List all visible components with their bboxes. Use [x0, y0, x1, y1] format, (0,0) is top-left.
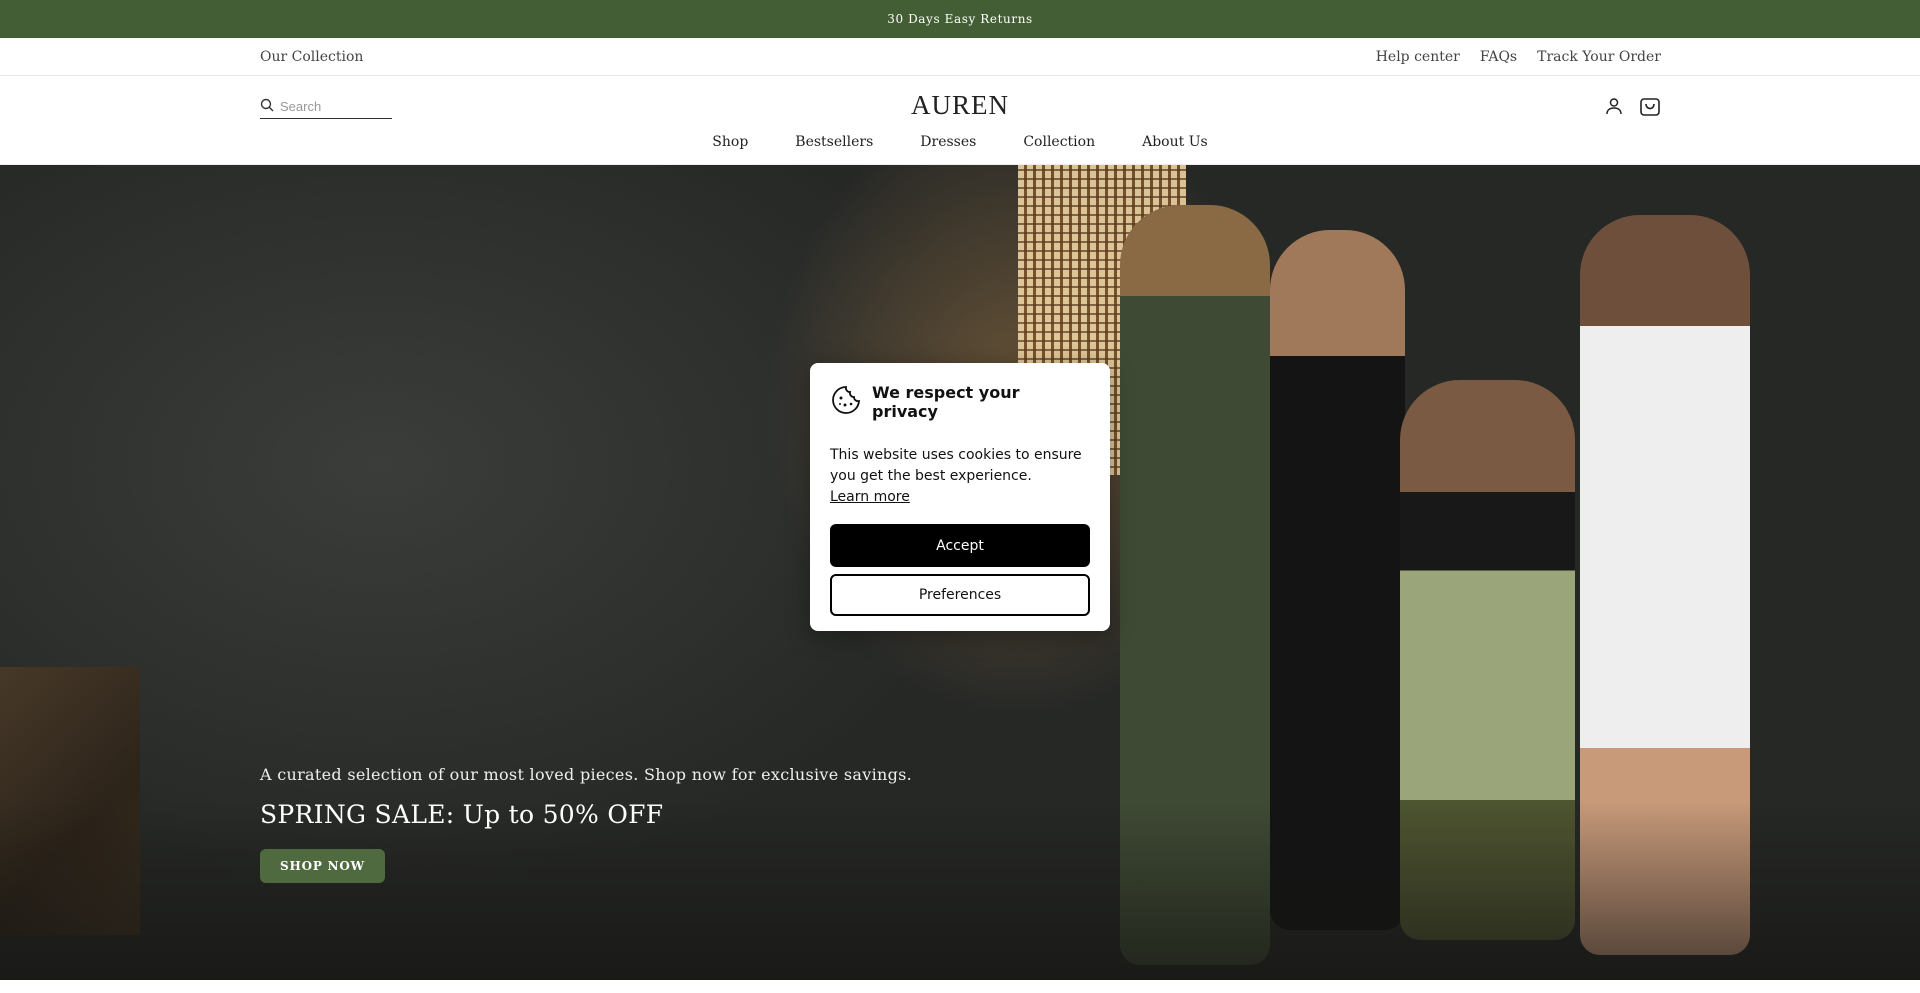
hero-title: SPRING SALE: Up to 50% OFF: [260, 800, 664, 829]
cookie-modal-text: This website uses cookies to ensure you …: [830, 447, 1082, 484]
hero-subtitle: A curated selection of our most loved pi…: [260, 765, 913, 784]
cookie-modal-header: We respect your privacy: [830, 383, 1090, 421]
account-icon[interactable]: [1604, 96, 1624, 120]
announcement-text: 30 Days Easy Returns: [887, 12, 1033, 26]
preferences-button[interactable]: Preferences: [830, 574, 1090, 616]
nav-bestsellers[interactable]: Bestsellers: [795, 134, 873, 150]
cookie-consent-modal: We respect your privacy This website use…: [810, 363, 1110, 631]
shop-now-button[interactable]: SHOP NOW: [260, 849, 385, 883]
learn-more-link[interactable]: Learn more: [830, 487, 910, 508]
nav-shop[interactable]: Shop: [712, 134, 748, 150]
faqs-link[interactable]: FAQs: [1480, 49, 1517, 65]
cart-icon[interactable]: [1638, 94, 1662, 122]
main-nav: Shop Bestsellers Dresses Collection Abou…: [0, 134, 1920, 150]
help-center-link[interactable]: Help center: [1376, 49, 1460, 65]
accept-button[interactable]: Accept: [830, 524, 1090, 567]
nav-about-us[interactable]: About Us: [1142, 134, 1208, 150]
utility-links: Help center FAQs Track Your Order: [1376, 49, 1661, 65]
cookie-modal-title: We respect your privacy: [872, 383, 1020, 421]
our-collection-link[interactable]: Our Collection: [260, 49, 363, 65]
track-order-link[interactable]: Track Your Order: [1537, 49, 1661, 65]
cookie-icon: [830, 384, 862, 420]
utility-bar: Our Collection Help center FAQs Track Yo…: [0, 38, 1920, 76]
hero-text: A curated selection of our most loved pi…: [260, 765, 912, 883]
site-header: Search AUREN Shop Bestsellers Dresses Co…: [0, 76, 1920, 165]
header-icons: [1604, 94, 1662, 122]
nav-dresses[interactable]: Dresses: [920, 134, 976, 150]
nav-collection[interactable]: Collection: [1023, 134, 1095, 150]
cookie-modal-body: This website uses cookies to ensure you …: [830, 445, 1090, 508]
announcement-bar: 30 Days Easy Returns: [0, 0, 1920, 38]
